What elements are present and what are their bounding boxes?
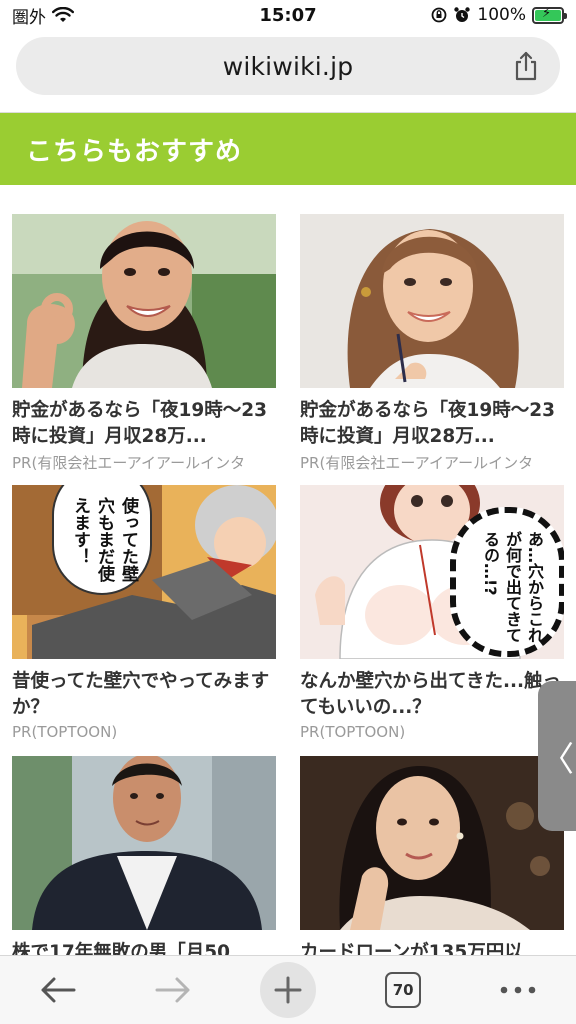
battery-icon: ⚡ — [532, 5, 567, 24]
card-thumbnail[interactable]: 使ってた壁穴もまだ使えます！ — [12, 485, 276, 659]
card-source: PR(有限会社エーアイアールインタ — [300, 454, 534, 472]
new-tab-circle[interactable] — [259, 962, 316, 1018]
speech-text: 使ってた壁穴もまだ使えます！ — [70, 497, 138, 582]
more-button[interactable] — [488, 960, 548, 1020]
recommendation-card[interactable]: あ…穴からこれが何で出てきてるの…!? なんか壁穴から出てきた...触ってもいい… — [300, 485, 564, 741]
card-source: PR(有限会社エーアイアールインタ — [12, 454, 246, 472]
tab-count[interactable]: 70 — [385, 972, 422, 1008]
recommendation-card[interactable]: 貯金があるなら「夜19時〜23時に投資」月収28万... PR(有限会社エーアイ… — [300, 214, 564, 473]
status-left: 圏外 — [12, 3, 212, 28]
chevron-left-icon: 〈 — [540, 739, 574, 780]
forward-arrow-icon — [155, 977, 190, 1003]
card-title[interactable]: なんか壁穴から出てきた...触ってもいいの...？ — [300, 669, 564, 721]
recommendation-header: こちらもおすすめ — [0, 113, 576, 185]
forward-button[interactable] — [143, 960, 203, 1020]
rotation-lock-icon — [431, 7, 447, 23]
card-thumbnail[interactable]: あ…穴からこれが何で出てきてるの…!? — [300, 485, 564, 659]
woman-ok-gesture-photo — [12, 214, 276, 388]
plus-icon — [274, 976, 302, 1004]
battery-tip — [564, 12, 567, 19]
recommendation-card[interactable]: 貯金があるなら「夜19時〜23時に投資」月収28万... PR(有限会社エーアイ… — [12, 214, 276, 473]
card-thumbnail[interactable] — [300, 756, 564, 930]
woman-portrait-photo — [300, 756, 564, 930]
card-thumbnail[interactable] — [300, 214, 564, 388]
shout-text: あ…穴からこれが何で出てきてるの…!? — [481, 531, 544, 643]
man-in-jacket-photo — [12, 756, 276, 930]
address-bar[interactable]: wikiwiki.jp — [16, 37, 560, 95]
recommendation-heading: こちらもおすすめ — [26, 136, 243, 167]
card-source: PR(TOPTOON) — [300, 723, 406, 741]
alarm-icon — [454, 7, 471, 22]
card-title[interactable]: 昔使ってた壁穴でやってみますか？ — [12, 669, 276, 721]
back-arrow-icon — [41, 977, 76, 1003]
status-right: 100% ⚡ — [364, 5, 567, 25]
status-bar: 圏外 15:07 100% ⚡ — [0, 0, 576, 30]
woman-with-pen-photo — [300, 214, 564, 388]
url-text[interactable]: wikiwiki.jp — [223, 52, 354, 81]
recommendation-card[interactable]: 使ってた壁穴もまだ使えます！ 昔使ってた壁穴でやってみますか？ PR(TOPTO… — [12, 485, 276, 741]
new-tab-button[interactable] — [258, 960, 318, 1020]
carrier-label: 圏外 — [12, 7, 46, 28]
charging-bolt-icon: ⚡ — [542, 5, 552, 21]
back-button[interactable] — [28, 960, 88, 1020]
card-title[interactable]: 貯金があるなら「夜19時〜23時に投資」月収28万... — [300, 398, 564, 450]
wifi-icon — [52, 7, 74, 22]
card-source: PR(TOPTOON) — [12, 723, 118, 741]
more-icon — [501, 986, 536, 994]
bottom-toolbar: 70 — [0, 955, 576, 1024]
shout-bubble: あ…穴からこれが何で出てきてるの…!? — [450, 507, 564, 657]
tabs-button[interactable]: 70 — [373, 960, 433, 1020]
card-thumbnail[interactable] — [12, 214, 276, 388]
share-icon[interactable] — [512, 51, 540, 81]
side-drawer-tab[interactable]: 〈 — [538, 681, 576, 831]
card-title[interactable]: 貯金があるなら「夜19時〜23時に投資」月収28万... — [12, 398, 276, 450]
speech-bubble: 使ってた壁穴もまだ使えます！ — [52, 485, 152, 595]
status-time: 15:07 — [259, 4, 317, 26]
card-thumbnail[interactable] — [12, 756, 276, 930]
battery-percent: 100% — [477, 5, 526, 25]
